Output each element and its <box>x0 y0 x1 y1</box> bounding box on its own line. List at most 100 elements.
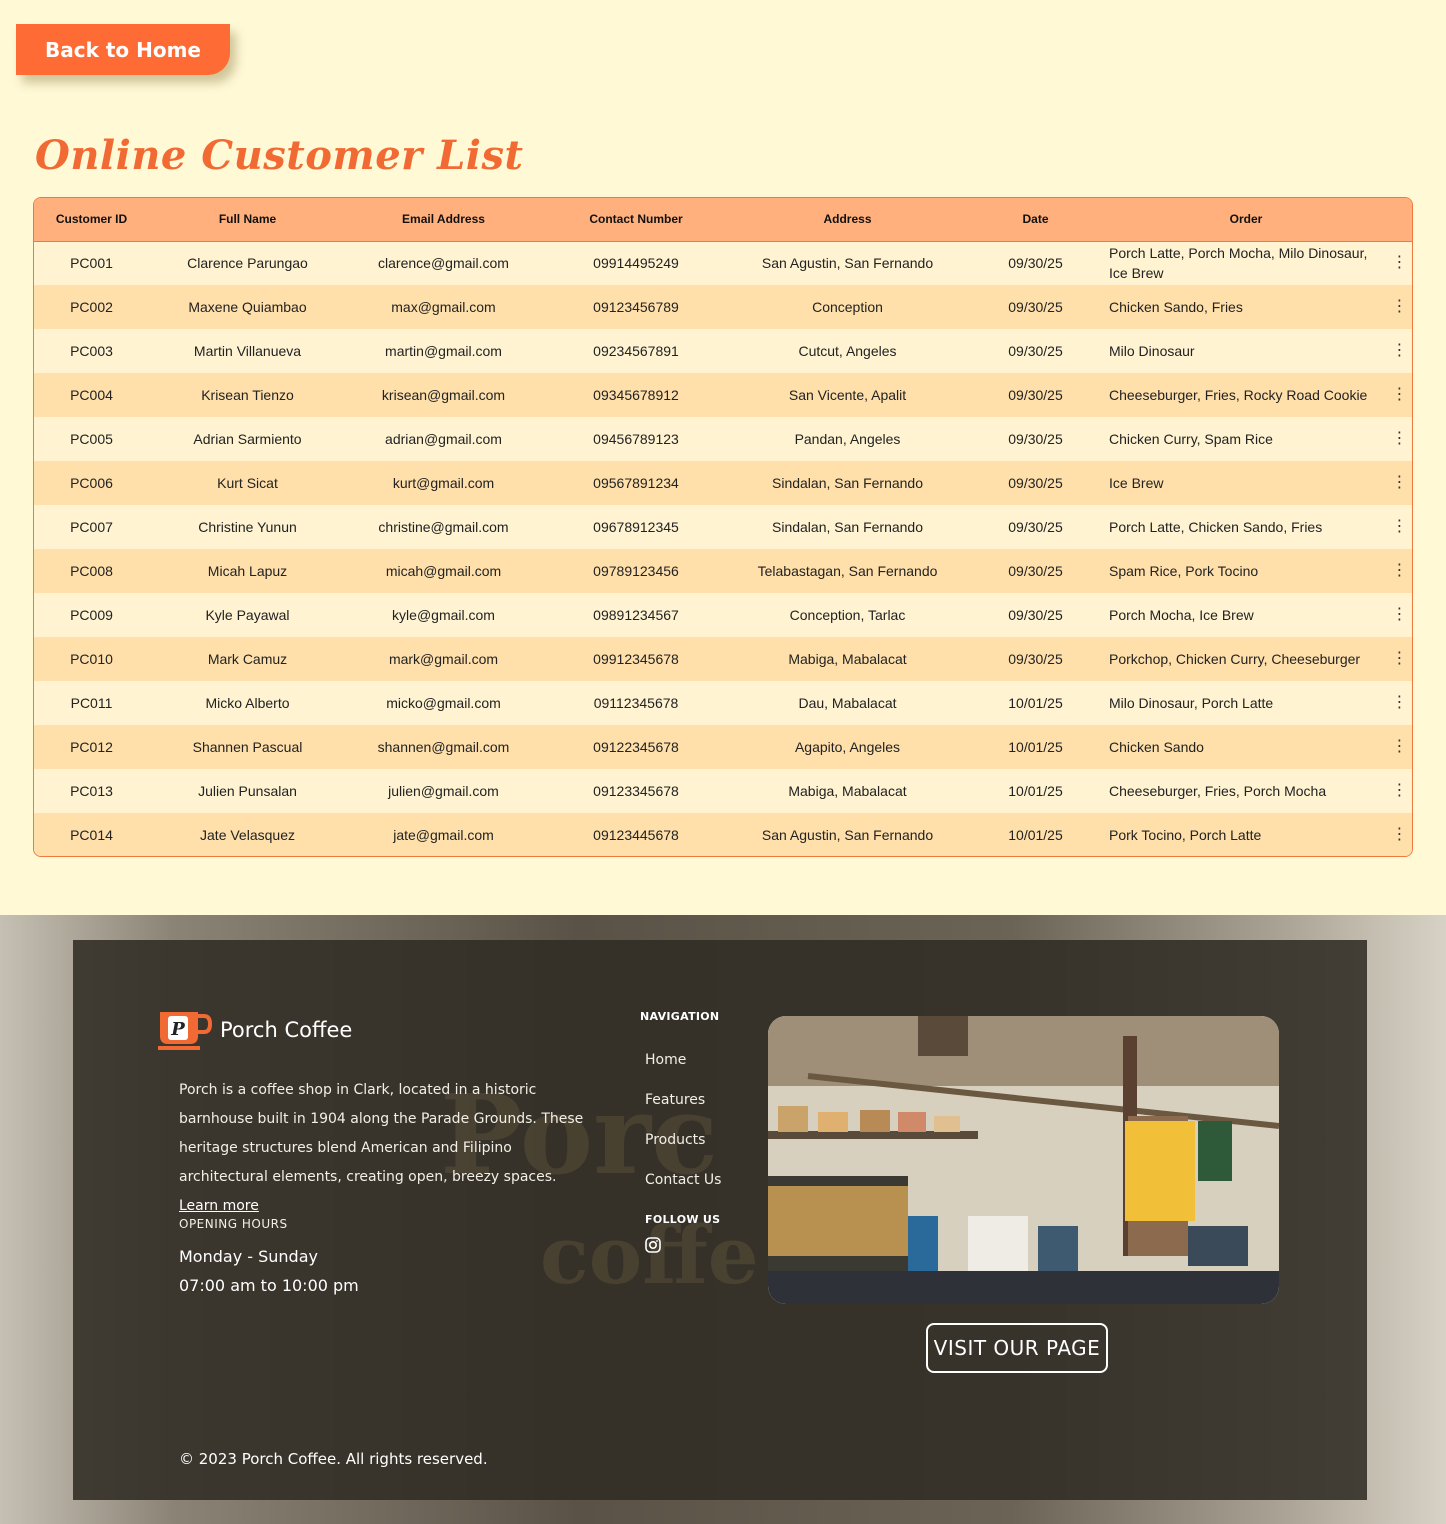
cell-email: krisean@gmail.com <box>381 387 506 403</box>
cell-order: Cheeseburger, Fries, Rocky Road Cookie <box>1109 387 1368 403</box>
cell-contact-number: 09112345678 <box>593 695 679 711</box>
opening-hours-title: OPENING HOURS <box>179 1217 288 1231</box>
cell-contact-number: 09122345678 <box>593 739 679 755</box>
cell-address: Mabiga, Mabalacat <box>788 783 907 799</box>
cell-address: Mabiga, Mabalacat <box>788 651 907 667</box>
cell-contact-number: 09789123456 <box>593 563 679 579</box>
kebab-menu-icon[interactable]: ⋮ <box>1385 769 1412 813</box>
nav-home-link[interactable]: Home <box>645 1052 686 1068</box>
cell-date: 09/30/25 <box>1008 299 1063 315</box>
kebab-menu-icon[interactable]: ⋮ <box>1385 637 1412 681</box>
cell-address: Dau, Mabalacat <box>798 695 897 711</box>
table-row: PC004 Krisean Tienzo krisean@gmail.com 0934… <box>34 373 1412 417</box>
cell-customer-id: PC001 <box>70 255 113 272</box>
cell-customer-id: PC005 <box>70 431 113 447</box>
cell-date: 09/30/25 <box>1008 255 1063 272</box>
cell-full-name: Shannen Pascual <box>192 739 303 755</box>
col-customer-id: Customer ID <box>34 198 149 242</box>
cell-full-name: Krisean Tienzo <box>201 387 294 403</box>
cell-customer-id: PC013 <box>70 783 113 799</box>
cell-address: Sindalan, San Fernando <box>772 519 923 535</box>
cell-order: Porkchop, Chicken Curry, Cheeseburger <box>1109 651 1361 667</box>
back-to-home-button[interactable]: Back to Home <box>16 24 230 75</box>
kebab-menu-icon[interactable]: ⋮ <box>1385 505 1412 549</box>
kebab-menu-icon[interactable]: ⋮ <box>1385 593 1412 637</box>
cell-address: Cutcut, Angeles <box>798 343 897 359</box>
cell-email: martin@gmail.com <box>385 343 502 359</box>
cell-full-name: Mark Camuz <box>207 651 288 667</box>
svg-text:P: P <box>170 1019 185 1040</box>
cell-full-name: Micko Alberto <box>205 695 290 711</box>
table-row: PC014 Jate Velasquez jate@gmail.com 0912344… <box>34 813 1412 856</box>
cell-address: San Vicente, Apalit <box>788 387 907 403</box>
cell-email: max@gmail.com <box>391 299 496 315</box>
cell-full-name: Martin Villanueva <box>193 343 302 359</box>
cell-full-name: Christine Yunun <box>198 519 297 535</box>
cell-contact-number: 09345678912 <box>593 387 679 403</box>
cell-order: Milo Dinosaur <box>1109 343 1195 359</box>
cell-email: kurt@gmail.com <box>392 475 495 491</box>
table-row: PC001 Clarence Parungao clarence@gmail.com… <box>34 241 1412 285</box>
table-row: PC010 Mark Camuz mark@gmail.com 09912345678… <box>34 637 1412 681</box>
table-header-row: Customer ID Full Name Email Address Cont… <box>34 198 1412 242</box>
cell-contact-number: 09456789123 <box>593 431 679 447</box>
cell-address: Conception, Tarlac <box>789 607 906 623</box>
nav-features-link[interactable]: Features <box>645 1092 705 1108</box>
cell-order: Porch Latte, Porch Mocha, Milo Dinosaur,… <box>1109 245 1368 282</box>
learn-more-link[interactable]: Learn more <box>179 1198 259 1214</box>
kebab-menu-icon[interactable]: ⋮ <box>1385 549 1412 593</box>
cell-full-name: Adrian Sarmiento <box>193 431 302 447</box>
cell-email: kyle@gmail.com <box>392 607 495 623</box>
navigation-title: NAVIGATION <box>640 1010 720 1023</box>
kebab-menu-icon[interactable]: ⋮ <box>1385 285 1412 329</box>
kebab-menu-icon[interactable]: ⋮ <box>1385 725 1412 769</box>
kebab-menu-icon[interactable]: ⋮ <box>1385 373 1412 417</box>
kebab-menu-icon[interactable]: ⋮ <box>1385 329 1412 373</box>
cell-order: Pork Tocino, Porch Latte <box>1109 827 1262 843</box>
cell-contact-number: 09912345678 <box>593 651 679 667</box>
col-actions <box>1385 198 1412 242</box>
cell-date: 09/30/25 <box>1008 343 1063 359</box>
cell-email: jate@gmail.com <box>393 827 494 843</box>
cell-contact-number: 09123456789 <box>593 299 679 315</box>
cell-email: shannen@gmail.com <box>377 739 510 755</box>
cell-date: 09/30/25 <box>1008 651 1063 667</box>
kebab-menu-icon[interactable]: ⋮ <box>1385 461 1412 505</box>
cell-full-name: Micah Lapuz <box>207 563 288 579</box>
cell-customer-id: PC003 <box>70 343 113 359</box>
col-date: Date <box>964 198 1107 242</box>
col-contact: Contact Number <box>541 198 731 242</box>
cell-date: 09/30/25 <box>1008 387 1063 403</box>
cell-date: 10/01/25 <box>1008 827 1063 843</box>
cell-address: Agapito, Angeles <box>794 739 901 755</box>
nav-contact-link[interactable]: Contact Us <box>645 1172 721 1188</box>
cell-address: Telabastagan, San Fernando <box>757 563 938 579</box>
kebab-menu-icon[interactable]: ⋮ <box>1385 241 1412 285</box>
cell-full-name: Kurt Sicat <box>217 475 278 491</box>
cell-contact-number: 09891234567 <box>593 607 679 623</box>
instagram-icon[interactable] <box>645 1237 661 1253</box>
cell-date: 09/30/25 <box>1008 563 1063 579</box>
visit-our-page-button[interactable]: VISIT OUR PAGE <box>926 1323 1108 1373</box>
table-row: PC003 Martin Villanueva martin@gmail.com 09… <box>34 329 1412 373</box>
opening-days: Monday - Sunday <box>179 1247 318 1266</box>
kebab-menu-icon[interactable]: ⋮ <box>1385 417 1412 461</box>
watermark-text-coffee: coffe <box>540 1208 759 1302</box>
cell-contact-number: 09123445678 <box>593 827 679 843</box>
coffee-cup-logo-icon: P <box>158 1012 212 1050</box>
cell-address: San Agustin, San Fernando <box>761 255 934 272</box>
footer-brand[interactable]: P Porch Coffee <box>158 1010 352 1050</box>
cell-date: 09/30/25 <box>1008 607 1063 623</box>
cell-customer-id: PC012 <box>70 739 113 755</box>
nav-products-link[interactable]: Products <box>645 1132 705 1148</box>
cell-address: San Agustin, San Fernando <box>761 827 934 843</box>
cell-date: 09/30/25 <box>1008 431 1063 447</box>
cell-email: micko@gmail.com <box>386 695 501 711</box>
kebab-menu-icon[interactable]: ⋮ <box>1385 813 1412 856</box>
cell-order: Milo Dinosaur, Porch Latte <box>1109 695 1274 711</box>
cell-date: 09/30/25 <box>1008 475 1063 491</box>
cell-date: 10/01/25 <box>1008 695 1063 711</box>
cell-contact-number: 09234567891 <box>593 343 679 359</box>
kebab-menu-icon[interactable]: ⋮ <box>1385 681 1412 725</box>
cell-customer-id: PC006 <box>70 475 113 491</box>
